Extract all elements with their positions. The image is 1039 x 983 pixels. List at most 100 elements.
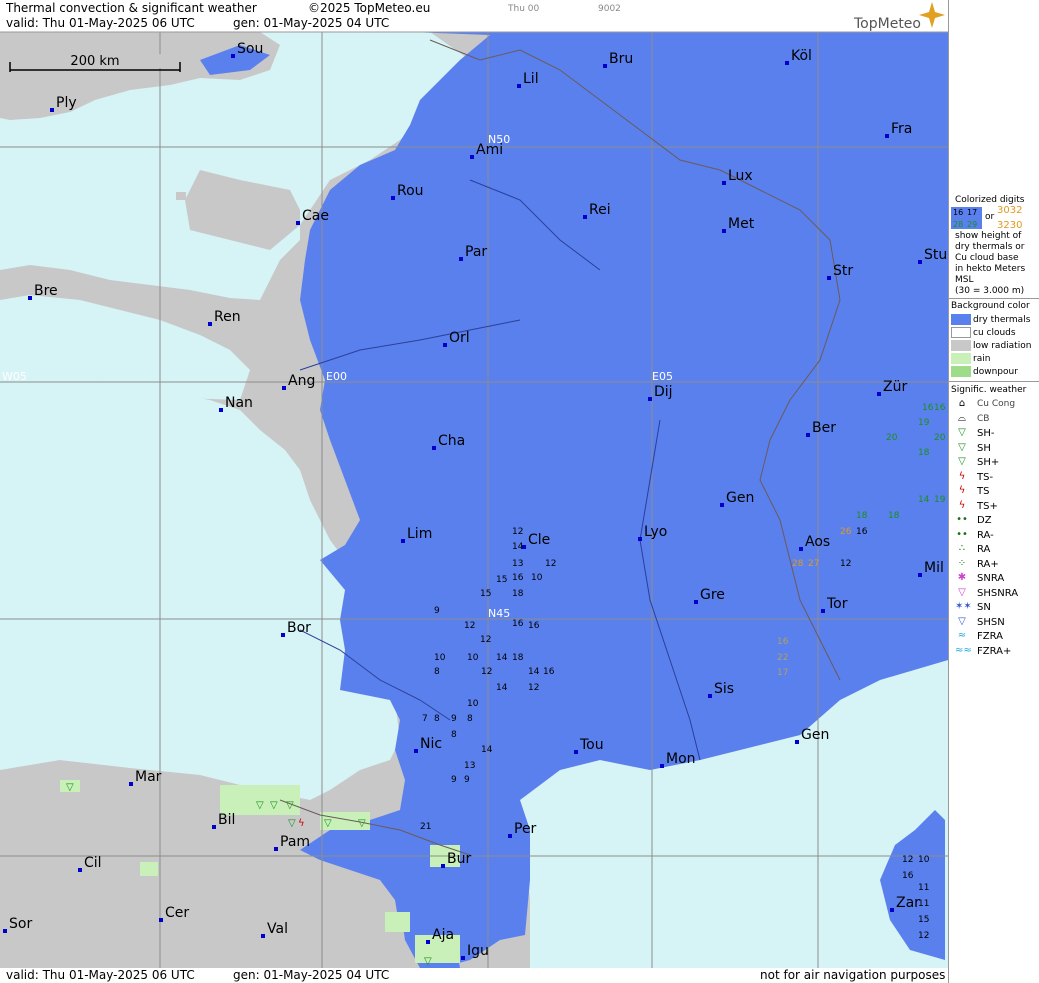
thermal-value: 12 [480, 635, 491, 645]
thermal-value: 7 [422, 714, 428, 724]
city-marker [785, 61, 789, 65]
city-label: Bru [609, 51, 633, 67]
city-label: Köl [791, 48, 812, 64]
thermal-value: 16 [934, 403, 946, 413]
city-label: Zar [896, 895, 920, 911]
thermal-value: 17 [777, 668, 788, 678]
thermal-value: 11 [918, 883, 929, 893]
thermal-value: 14 [481, 745, 493, 755]
city-label: Met [728, 216, 755, 232]
city-marker [401, 539, 405, 543]
city-marker [28, 296, 32, 300]
legend-bg-item: downpour [973, 367, 1018, 377]
city-label: Bil [218, 812, 235, 828]
weather-legend-label: TS+ [977, 500, 998, 512]
city-marker [296, 221, 300, 225]
thermal-value: 16 [543, 667, 555, 677]
legend-explain-6: (30 = 3.000 m) [955, 286, 1025, 296]
city-marker [261, 934, 265, 938]
thermal-value: 16 [777, 637, 789, 647]
thermal-value: 12 [902, 855, 913, 865]
shower-light-icon: ▽ [324, 818, 332, 829]
sample-c1: 3032 [997, 205, 1023, 216]
sample-a1: 16 [953, 208, 964, 217]
city-label: Gre [700, 587, 725, 603]
legend-explain-5: MSL [955, 275, 974, 285]
thermal-value: 16 [922, 403, 934, 413]
city-marker [441, 864, 445, 868]
shower-light-icon: ▽ [270, 800, 278, 811]
city-marker [806, 433, 810, 437]
thermal-value: 12 [840, 559, 851, 569]
shower-heavy-icon: ▽ [958, 456, 966, 467]
city-marker [890, 908, 894, 912]
city-marker [821, 609, 825, 613]
weather-legend-label: TS [977, 486, 990, 497]
land-island [176, 192, 186, 200]
footer-generated-time: gen: 01-May-2025 04 UTC [233, 968, 390, 982]
thermal-value: 12 [528, 683, 539, 693]
thermal-value: 10 [467, 653, 479, 663]
weather-legend-label: RA [977, 544, 991, 555]
city-label: Sor [9, 916, 32, 932]
city-label: Nan [225, 395, 253, 411]
thermal-value: 16 [512, 573, 524, 583]
swatch-rain [951, 353, 971, 364]
city-label: Rou [397, 183, 424, 199]
snow-rain-shower-icon: ▽ [958, 586, 966, 598]
legend-explain-3: Cu cloud base [955, 253, 1019, 263]
weather-legend-label: SH- [977, 428, 995, 439]
thermal-value: 16 [856, 527, 868, 537]
footer-valid-time: valid: Thu 01-May-2025 06 UTC [6, 968, 195, 982]
thermal-value: 10 [434, 653, 446, 663]
city-marker [3, 929, 7, 933]
footer-disclaimer: not for air navigation purposes [760, 968, 946, 982]
city-marker [508, 834, 512, 838]
city-label: Bor [287, 620, 311, 636]
city-marker [78, 868, 82, 872]
legend-explain-4: in hekto Meters [955, 264, 1026, 274]
weather-legend-label: SNRA [977, 573, 1005, 584]
thermal-value: 15 [918, 915, 929, 925]
city-label: Gen [801, 727, 829, 743]
city-marker [274, 847, 278, 851]
city-label: Tor [826, 596, 848, 612]
thermal-value: 14 [918, 495, 930, 505]
city-marker [414, 749, 418, 753]
city-marker [574, 750, 578, 754]
city-label: Mon [666, 751, 696, 767]
city-label: Sou [237, 41, 263, 57]
city-label: Per [514, 821, 537, 837]
thermal-value: 14 [512, 542, 524, 552]
city-marker [459, 257, 463, 261]
city-marker [391, 196, 395, 200]
thermal-value: 20 [886, 433, 898, 443]
city-label: Bur [447, 851, 471, 867]
city-label: Rei [589, 202, 611, 218]
thermal-value: 16 [512, 619, 524, 629]
thermal-value: 18 [512, 653, 524, 663]
city-marker [443, 343, 447, 347]
weather-legend-label: SH+ [977, 457, 1000, 468]
snow-shower-icon: ▽ [958, 615, 966, 627]
thermal-value: 28 [792, 559, 804, 569]
city-label: Aja [432, 927, 454, 943]
thermal-value: 22 [777, 653, 788, 663]
map-title: Thermal convection & significant weather [6, 1, 257, 15]
legend-weather-title: Signific. weather [951, 385, 1027, 395]
city-label: Cer [165, 905, 189, 921]
shower-light-icon: ▽ [66, 782, 74, 793]
shower-light-icon: ▽ [256, 800, 264, 811]
city-marker [432, 446, 436, 450]
grid-label: N45 [488, 607, 510, 620]
thermal-value: 15 [480, 589, 491, 599]
thermal-value: 9 [434, 606, 440, 616]
thermal-value: 9 [451, 775, 457, 785]
atlantic-coast [0, 400, 260, 770]
city-label: Lyo [644, 524, 667, 540]
weather-legend-label: FZRA [977, 631, 1003, 642]
city-label: Fra [891, 121, 912, 137]
weather-map[interactable]: 200 km N50E00 E05N45W05 SouPlyLilBru KölAm… [0, 0, 948, 983]
sample-b1: 28 [953, 220, 964, 229]
thunderstorm-light-icon: ϟ [298, 818, 305, 829]
